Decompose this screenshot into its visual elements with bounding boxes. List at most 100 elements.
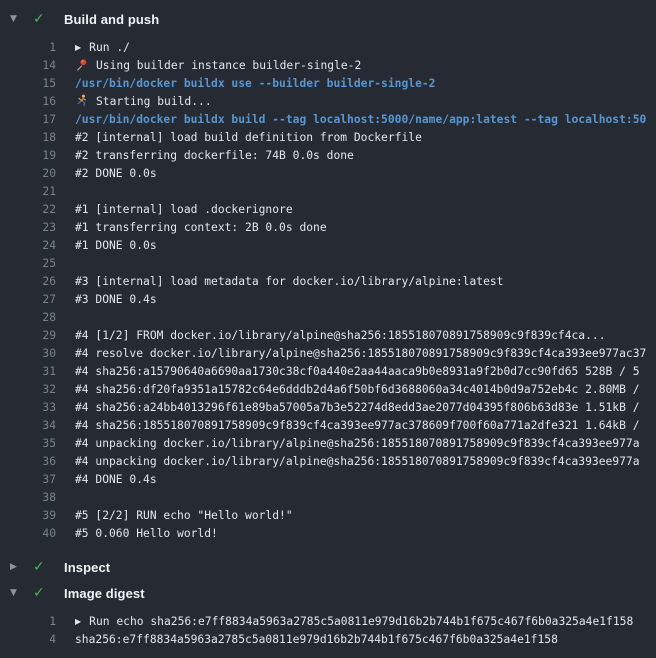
line-number[interactable]: 23 bbox=[0, 219, 56, 237]
line-number[interactable]: 1 bbox=[0, 39, 56, 57]
log-text: ▶Run ./ bbox=[56, 39, 130, 57]
line-number[interactable]: 16 bbox=[0, 93, 56, 111]
section-build-and-push: ▼ ✓ Build and push 1▶Run ./14Using builder … bbox=[0, 6, 656, 543]
log-text: #4 sha256:a15790640a6690aa1730c38cf0a440… bbox=[56, 363, 640, 381]
section-title: Image digest bbox=[64, 586, 145, 601]
line-number[interactable]: 28 bbox=[0, 309, 56, 327]
log-text: sha256:e7ff8834a5963a2785c5a0811e979d16b… bbox=[56, 631, 558, 649]
log-text bbox=[56, 255, 75, 273]
line-number[interactable]: 18 bbox=[0, 129, 56, 147]
log-text: #3 DONE 0.4s bbox=[56, 291, 157, 309]
log-line: 31#4 sha256:a15790640a6690aa1730c38cf0a4… bbox=[0, 363, 656, 381]
line-number[interactable]: 31 bbox=[0, 363, 56, 381]
log-text: #5 [2/2] RUN echo "Hello world!" bbox=[56, 507, 293, 525]
line-number[interactable]: 27 bbox=[0, 291, 56, 309]
log-line: 15/usr/bin/docker buildx use --builder b… bbox=[0, 75, 656, 93]
log-text bbox=[56, 489, 75, 507]
check-icon: ✓ bbox=[33, 586, 51, 600]
line-number[interactable]: 35 bbox=[0, 435, 56, 453]
section-title: Build and push bbox=[64, 12, 159, 27]
section-image-digest: ▼ ✓ Image digest 1▶Run echo sha256:e7ff8834… bbox=[0, 580, 656, 649]
line-number[interactable]: 24 bbox=[0, 237, 56, 255]
chevron-down-icon[interactable]: ▼ bbox=[10, 15, 24, 24]
log-text: #3 [internal] load metadata for docker.i… bbox=[56, 273, 503, 291]
line-number[interactable]: 19 bbox=[0, 147, 56, 165]
log-text: #4 sha256:185518070891758909c9f839cf4ca3… bbox=[56, 417, 640, 435]
line-number[interactable]: 22 bbox=[0, 201, 56, 219]
log-text: #1 transferring context: 2B 0.0s done bbox=[56, 219, 327, 237]
log-line: 18#2 [internal] load build definition fr… bbox=[0, 129, 656, 147]
log-text: #1 DONE 0.0s bbox=[56, 237, 157, 255]
log-line: 20#2 DONE 0.0s bbox=[0, 165, 656, 183]
log-line: 19#2 transferring dockerfile: 74B 0.0s d… bbox=[0, 147, 656, 165]
log-line: 40#5 0.060 Hello world! bbox=[0, 525, 656, 543]
log-line: 37#4 DONE 0.4s bbox=[0, 471, 656, 489]
log-text: #2 transferring dockerfile: 74B 0.0s don… bbox=[56, 147, 354, 165]
log-text: ▶Run echo sha256:e7ff8834a5963a2785c5a08… bbox=[56, 613, 633, 631]
chevron-down-icon[interactable]: ▼ bbox=[10, 589, 24, 598]
log-line: 28 bbox=[0, 309, 656, 327]
pushpin-icon bbox=[75, 58, 89, 71]
log-text: #5 0.060 Hello world! bbox=[56, 525, 218, 543]
line-number[interactable]: 21 bbox=[0, 183, 56, 201]
line-number[interactable]: 14 bbox=[0, 57, 56, 75]
line-number[interactable]: 38 bbox=[0, 489, 56, 507]
section-title: Inspect bbox=[64, 560, 110, 575]
log-line: 34#4 sha256:185518070891758909c9f839cf4c… bbox=[0, 417, 656, 435]
log-line: 39#5 [2/2] RUN echo "Hello world!" bbox=[0, 507, 656, 525]
log-line: 36#4 unpacking docker.io/library/alpine@… bbox=[0, 453, 656, 471]
section-inspect: ▶✓Inspect bbox=[0, 554, 656, 580]
log-text: Using builder instance builder-single-2 bbox=[56, 57, 361, 75]
line-number[interactable]: 1 bbox=[0, 613, 56, 631]
run-group-toggle-icon[interactable]: ▶ bbox=[75, 39, 81, 57]
section-header-image-digest[interactable]: ▼ ✓ Image digest bbox=[0, 580, 656, 606]
log-line: 24#1 DONE 0.0s bbox=[0, 237, 656, 255]
log-line: 26#3 [internal] load metadata for docker… bbox=[0, 273, 656, 291]
line-number[interactable]: 30 bbox=[0, 345, 56, 363]
log-line: 38 bbox=[0, 489, 656, 507]
section-log-build-and-push: 1▶Run ./14Using builder instance builder… bbox=[0, 39, 656, 543]
log-text: #4 sha256:a24bb4013296f61e89ba57005a7b3e… bbox=[56, 399, 640, 417]
log-line: 33#4 sha256:a24bb4013296f61e89ba57005a7b… bbox=[0, 399, 656, 417]
line-number[interactable]: 39 bbox=[0, 507, 56, 525]
line-number[interactable]: 15 bbox=[0, 75, 56, 93]
section-header-build-and-push[interactable]: ▼ ✓ Build and push bbox=[0, 6, 656, 32]
check-icon: ✓ bbox=[33, 12, 51, 26]
section-header-inspect[interactable]: ▶✓Inspect bbox=[0, 554, 656, 580]
log-line: 30#4 resolve docker.io/library/alpine@sh… bbox=[0, 345, 656, 363]
section-log-image-digest: 1▶Run echo sha256:e7ff8834a5963a2785c5a0… bbox=[0, 613, 656, 649]
log-text: #4 unpacking docker.io/library/alpine@sh… bbox=[56, 453, 640, 471]
log-text: #4 unpacking docker.io/library/alpine@sh… bbox=[56, 435, 640, 453]
log-line: 1▶Run ./ bbox=[0, 39, 656, 57]
chevron-right-icon[interactable]: ▶ bbox=[10, 563, 24, 572]
line-number[interactable]: 32 bbox=[0, 381, 56, 399]
log-text bbox=[56, 183, 75, 201]
log-line: 14Using builder instance builder-single-… bbox=[0, 57, 656, 75]
log-line: 32#4 sha256:df20fa9351a15782c64e6dddb2d4… bbox=[0, 381, 656, 399]
log-line: 21 bbox=[0, 183, 656, 201]
line-number[interactable]: 40 bbox=[0, 525, 56, 543]
log-line: 17/usr/bin/docker buildx build --tag loc… bbox=[0, 111, 656, 129]
log-text: #4 sha256:df20fa9351a15782c64e6dddb2d4a6… bbox=[56, 381, 640, 399]
line-number[interactable]: 25 bbox=[0, 255, 56, 273]
line-number[interactable]: 37 bbox=[0, 471, 56, 489]
line-number[interactable]: 4 bbox=[0, 631, 56, 649]
line-number[interactable]: 36 bbox=[0, 453, 56, 471]
log-text bbox=[56, 309, 75, 327]
line-number[interactable]: 26 bbox=[0, 273, 56, 291]
line-number[interactable]: 20 bbox=[0, 165, 56, 183]
line-number[interactable]: 17 bbox=[0, 111, 56, 129]
line-number[interactable]: 34 bbox=[0, 417, 56, 435]
log-text: #4 resolve docker.io/library/alpine@sha2… bbox=[56, 345, 646, 363]
line-number[interactable]: 29 bbox=[0, 327, 56, 345]
log-text: #4 [1/2] FROM docker.io/library/alpine@s… bbox=[56, 327, 606, 345]
log-line: 16Starting build... bbox=[0, 93, 656, 111]
log-text: #2 [internal] load build definition from… bbox=[56, 129, 422, 147]
log-line: 35#4 unpacking docker.io/library/alpine@… bbox=[0, 435, 656, 453]
line-number[interactable]: 33 bbox=[0, 399, 56, 417]
log-line: 25 bbox=[0, 255, 656, 273]
log-line: 23#1 transferring context: 2B 0.0s done bbox=[0, 219, 656, 237]
log-text: Starting build... bbox=[56, 93, 212, 111]
log-line: 1▶Run echo sha256:e7ff8834a5963a2785c5a0… bbox=[0, 613, 656, 631]
run-group-toggle-icon[interactable]: ▶ bbox=[75, 613, 81, 631]
